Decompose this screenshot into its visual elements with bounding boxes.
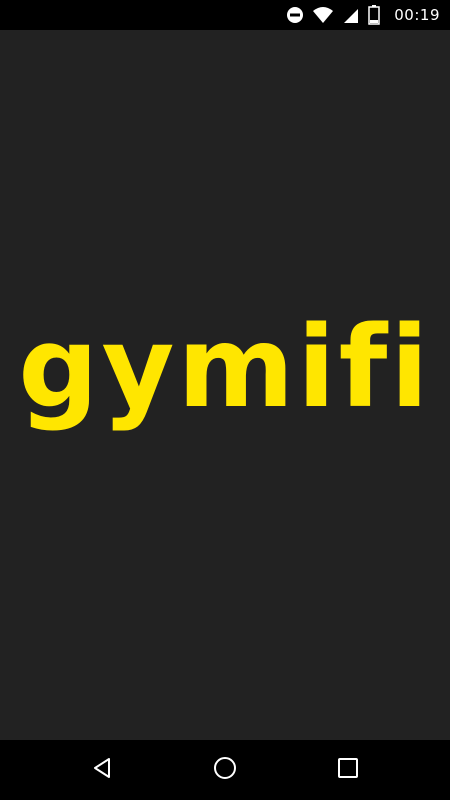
status-bar: 00:19 bbox=[0, 0, 450, 30]
status-time: 00:19 bbox=[394, 6, 440, 24]
wifi-icon bbox=[312, 0, 334, 30]
recents-icon bbox=[337, 757, 359, 783]
splash-screen: gymifi bbox=[0, 30, 450, 740]
home-button[interactable] bbox=[195, 740, 255, 800]
signal-icon bbox=[342, 0, 360, 30]
app-logo: gymifi bbox=[18, 303, 432, 433]
recents-button[interactable] bbox=[318, 740, 378, 800]
battery-icon bbox=[368, 0, 381, 30]
navigation-bar bbox=[0, 740, 450, 800]
back-button[interactable] bbox=[72, 740, 132, 800]
back-icon bbox=[91, 757, 113, 783]
home-icon bbox=[213, 756, 237, 784]
do-not-disturb-icon bbox=[286, 0, 304, 30]
